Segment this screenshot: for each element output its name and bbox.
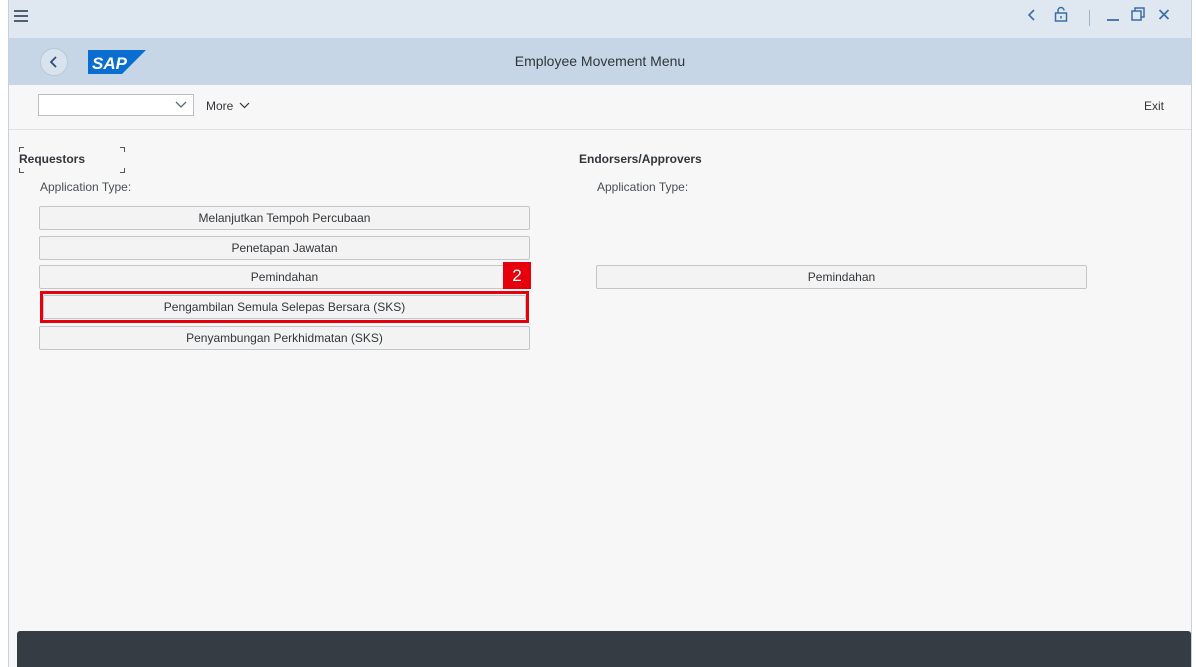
- lock-icon[interactable]: [1054, 6, 1068, 28]
- pemindahan-approver-button[interactable]: Pemindahan: [596, 265, 1087, 289]
- more-menu-button[interactable]: More: [206, 99, 250, 113]
- toolbar: More Exit: [9, 85, 1191, 130]
- sap-window: SAP Employee Movement Menu More Exit Req…: [8, 0, 1192, 667]
- exit-button[interactable]: Exit: [1144, 99, 1164, 113]
- page-title: Employee Movement Menu: [514, 53, 686, 69]
- status-bar: [17, 631, 1191, 667]
- melanjutkan-tempoh-percubaan-button[interactable]: Melanjutkan Tempoh Percubaan: [39, 206, 530, 230]
- command-dropdown[interactable]: [38, 94, 194, 116]
- requestors-title: Requestors: [19, 152, 86, 166]
- approvers-title: Endorsers/Approvers: [579, 152, 702, 166]
- penetapan-jawatan-button[interactable]: Penetapan Jawatan: [39, 236, 530, 260]
- more-label: More: [206, 99, 234, 113]
- minimize-icon[interactable]: [1106, 6, 1120, 28]
- group-corner-bottom-right: [120, 168, 125, 173]
- sap-logo: SAP: [88, 50, 146, 74]
- chevron-down-icon: [175, 101, 187, 108]
- back-button[interactable]: [40, 48, 68, 76]
- requestors-application-type-label: Application Type:: [40, 180, 132, 194]
- nav-back-chevron-icon[interactable]: [1027, 6, 1037, 28]
- title-bar: SAP Employee Movement Menu: [9, 38, 1191, 85]
- window-bar: [9, 0, 1191, 38]
- back-arrow-icon: [49, 56, 57, 68]
- sap-logo-text: SAP: [92, 54, 128, 73]
- pengambilan-semula-selepas-bersara-button[interactable]: Pengambilan Semula Selepas Bersara (SKS): [43, 295, 526, 319]
- close-icon[interactable]: [1158, 6, 1170, 28]
- restore-icon[interactable]: [1131, 6, 1145, 28]
- group-corner-top-right: [120, 147, 125, 152]
- window-bar-separator: [1089, 10, 1090, 26]
- penyambungan-perkhidmatan-button[interactable]: Penyambungan Perkhidmatan (SKS): [39, 326, 530, 350]
- pemindahan-requestor-button[interactable]: Pemindahan: [39, 265, 530, 289]
- group-corner-bottom-left: [19, 168, 24, 173]
- approvers-application-type-label: Application Type:: [597, 180, 689, 194]
- hamburger-icon[interactable]: [14, 10, 28, 22]
- step-number-badge: 2: [503, 262, 531, 289]
- chevron-down-icon: [239, 102, 250, 109]
